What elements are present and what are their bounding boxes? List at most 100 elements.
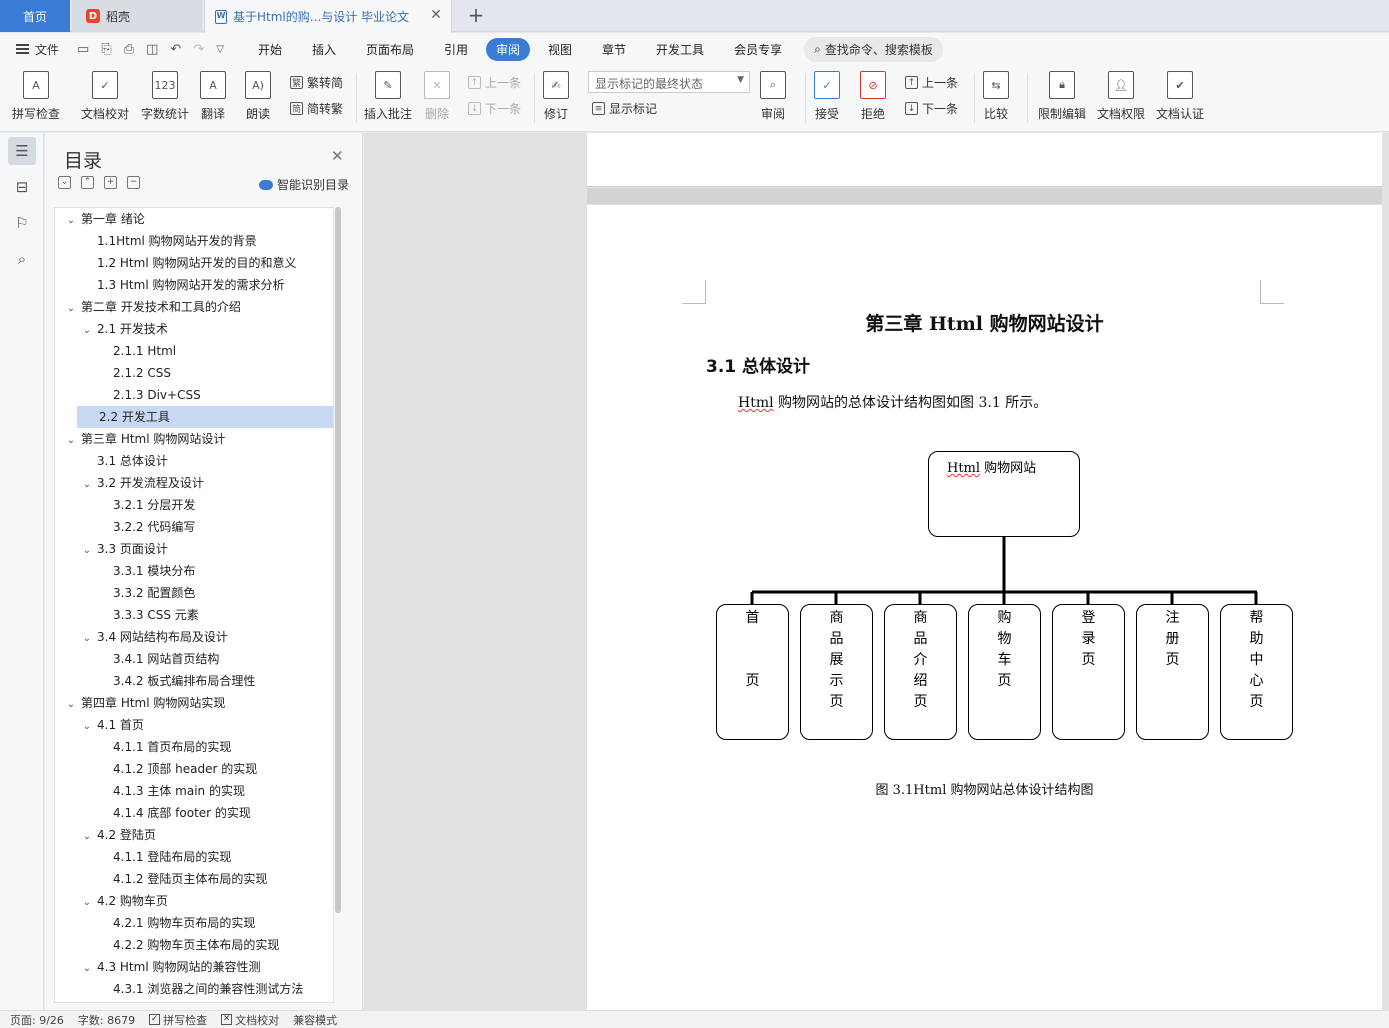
document-page[interactable]: 第三章 Html 购物网站设计 3.1 总体设计 Html 购物网站的总体设计结… xyxy=(587,205,1382,1010)
chevron-down-icon[interactable]: ⌄ xyxy=(81,826,93,848)
chevron-down-icon[interactable]: ⌄ xyxy=(65,298,77,320)
tab-start[interactable]: 开始 xyxy=(246,38,294,61)
restrict-edit-button[interactable]: 🔒︎ 限制编辑 xyxy=(1038,71,1086,122)
export-icon[interactable]: ⎘ xyxy=(101,42,111,57)
outline-item[interactable]: 1.2 Html 购物网站开发的目的和意义 xyxy=(55,252,333,274)
chevron-down-icon[interactable]: ⌄ xyxy=(65,694,77,716)
delete-comment-button[interactable]: ✕ 删除 xyxy=(424,71,450,122)
outline-item[interactable]: ⌄ 4.3 Html 购物网站的兼容性测 xyxy=(55,956,333,980)
tab-view[interactable]: 视图 xyxy=(536,38,584,61)
spell-check-button[interactable]: A 拼写检查 xyxy=(12,71,60,122)
tab-chapter[interactable]: 章节 xyxy=(590,38,638,61)
outline-item[interactable]: 3.2.1 分层开发 xyxy=(55,494,333,516)
outline-item[interactable]: 3.2.2 代码编写 xyxy=(55,516,333,538)
print-preview-icon[interactable]: ◫ xyxy=(146,42,158,57)
outline-item[interactable]: 4.1.4 底部 footer 的实现 xyxy=(55,802,333,824)
outline-item[interactable]: 4.2.2 购物车页主体布局的实现 xyxy=(55,934,333,956)
print-icon[interactable]: ⎙ xyxy=(124,42,134,57)
chevron-down-icon[interactable]: ⌄ xyxy=(81,628,93,650)
tab-insert[interactable]: 插入 xyxy=(300,38,348,61)
chevron-down-icon[interactable]: ⌄ xyxy=(81,540,93,562)
outline-item[interactable]: 1.3 Html 购物网站开发的需求分析 xyxy=(55,274,333,296)
outline-item[interactable]: 4.1.1 登陆布局的实现 xyxy=(55,846,333,868)
reject-button[interactable]: ⊘ 拒绝 xyxy=(860,71,886,122)
tab-home[interactable]: 首页 xyxy=(0,0,70,32)
next-comment-button[interactable]: ↓ 下一条 xyxy=(468,100,521,117)
outline-scrollbar[interactable] xyxy=(335,207,341,913)
collapse-all-icon[interactable]: ⌃ xyxy=(81,176,94,189)
outline-item[interactable]: 3.4.2 板式编排布局合理性 xyxy=(55,670,333,692)
tab-document[interactable]: W 基于Html的购...与设计 毕业论文 ✕ xyxy=(204,0,452,33)
close-tab-icon[interactable]: ✕ xyxy=(429,8,443,22)
insert-comment-button[interactable]: ✎ 插入批注 xyxy=(364,71,412,122)
outline-item[interactable]: 3.1 总体设计 xyxy=(55,450,333,472)
read-aloud-button[interactable]: A) 朗读 xyxy=(245,71,271,122)
outline-item[interactable]: ⌄ 第三章 Html 购物网站设计 xyxy=(55,428,333,452)
outline-item[interactable]: ⌄ 3.2 开发流程及设计 xyxy=(55,472,333,496)
word-count-indicator[interactable]: 字数: 8679 xyxy=(78,1012,135,1028)
chapter-nav-icon[interactable]: ⊟ xyxy=(8,173,36,201)
outline-item[interactable]: ⌄ 3.3 页面设计 xyxy=(55,538,333,562)
compare-button[interactable]: ⇆ 比较 xyxy=(983,71,1009,122)
tab-daoke[interactable]: D 稻壳 xyxy=(72,0,202,32)
page-indicator[interactable]: 页面: 9/26 xyxy=(10,1012,64,1028)
outline-item[interactable]: ⌄ 第四章 Html 购物网站实现 xyxy=(55,692,333,716)
tab-references[interactable]: 引用 xyxy=(432,38,480,61)
show-markup-button[interactable]: ≡ 显示标记 xyxy=(592,100,657,117)
outline-item[interactable]: ⌄ 2.1 开发技术 xyxy=(55,318,333,340)
outline-item[interactable]: ⌄ 4.2 登陆页 xyxy=(55,824,333,848)
to-simplified-button[interactable]: 简 简转繁 xyxy=(290,100,343,117)
outline-item[interactable]: 3.3.2 配置颜色 xyxy=(55,582,333,604)
remove-heading-icon[interactable]: − xyxy=(127,176,140,189)
chevron-down-icon[interactable]: ⌄ xyxy=(81,474,93,496)
track-changes-button[interactable]: ✍ 修订 xyxy=(543,71,569,122)
tab-member[interactable]: 会员专享 xyxy=(722,38,794,61)
add-heading-icon[interactable]: + xyxy=(104,176,117,189)
spell-check-toggle[interactable]: ✓ 拼写检查 xyxy=(149,1012,207,1028)
outline-item[interactable]: 4.3.1 浏览器之间的兼容性测试方法 xyxy=(55,978,333,1000)
outline-item[interactable]: 3.4.1 网站首页结构 xyxy=(55,648,333,670)
chevron-down-icon[interactable]: ⌄ xyxy=(81,716,93,738)
doc-proof-button[interactable]: ✓ 文档校对 xyxy=(81,71,129,122)
file-menu[interactable]: 文件 xyxy=(16,41,59,58)
outline-item[interactable]: 2.1.3 Div+CSS xyxy=(55,384,333,406)
prev-comment-button[interactable]: ↑ 上一条 xyxy=(468,74,521,91)
accept-button[interactable]: ✓ 接受 xyxy=(814,71,840,122)
smart-outline-button[interactable]: 智能识别目录 xyxy=(259,176,349,193)
outline-item[interactable]: ⌄ 4.2 购物车页 xyxy=(55,890,333,914)
outline-item[interactable]: 4.2.1 购物车页布局的实现 xyxy=(55,912,333,934)
command-search[interactable]: ⌕ 查找命令、搜索模板 xyxy=(804,36,943,62)
outline-item[interactable]: 4.1.3 主体 main 的实现 xyxy=(55,780,333,802)
save-icon[interactable]: ▭ xyxy=(77,42,89,57)
markup-mode-select[interactable]: 显示标记的最终状态 ▼ xyxy=(588,71,750,93)
tab-page-layout[interactable]: 页面布局 xyxy=(354,38,426,61)
doc-proof-toggle[interactable]: ✕ 文档校对 xyxy=(221,1012,279,1028)
review-pane-button[interactable]: ⌕ 审阅 xyxy=(760,71,786,122)
tab-review[interactable]: 审阅 xyxy=(486,37,531,61)
tab-developer[interactable]: 开发工具 xyxy=(644,38,716,61)
outline-item[interactable]: ⌄ 4.1 首页 xyxy=(55,714,333,738)
outline-item[interactable]: 1.1Html 购物网站开发的背景 xyxy=(55,230,333,252)
bookmark-icon[interactable]: ⚐ xyxy=(8,209,36,237)
chevron-down-icon[interactable]: ⌄ xyxy=(65,430,77,452)
close-icon[interactable]: ✕ xyxy=(331,147,344,165)
find-icon[interactable]: ⌕ xyxy=(8,245,36,273)
outline-item[interactable]: 3.3.1 模块分布 xyxy=(55,560,333,582)
outline-item[interactable]: ⌄ 3.4 网站结构布局及设计 xyxy=(55,626,333,650)
outline-item[interactable]: 4.1.2 登陆页主体布局的实现 xyxy=(55,868,333,890)
chevron-down-icon[interactable]: ⌄ xyxy=(81,958,93,980)
doc-permission-button[interactable]: 👤︎ 文档权限 xyxy=(1097,71,1145,122)
customize-chevron-icon[interactable]: ▽ xyxy=(216,44,224,55)
expand-all-icon[interactable]: ⌄ xyxy=(58,176,71,189)
prev-change-button[interactable]: ↑ 上一条 xyxy=(905,74,958,91)
outline-item[interactable]: 2.1.2 CSS xyxy=(55,362,333,384)
undo-icon[interactable]: ↶ xyxy=(170,42,181,57)
outline-icon[interactable]: ☰ xyxy=(8,137,36,165)
outline-item[interactable]: 4.1.1 首页布局的实现 xyxy=(55,736,333,758)
redo-icon[interactable]: ↷ xyxy=(193,42,204,57)
chevron-down-icon[interactable]: ⌄ xyxy=(81,892,93,914)
outline-item[interactable]: ⌄ 第二章 开发技术和工具的介绍 xyxy=(55,296,333,320)
to-traditional-button[interactable]: 繁 繁转简 xyxy=(290,74,343,91)
outline-item[interactable]: ⌄ 第一章 绪论 xyxy=(55,208,333,230)
outline-item[interactable]: 2.2 开发工具 xyxy=(77,406,333,428)
